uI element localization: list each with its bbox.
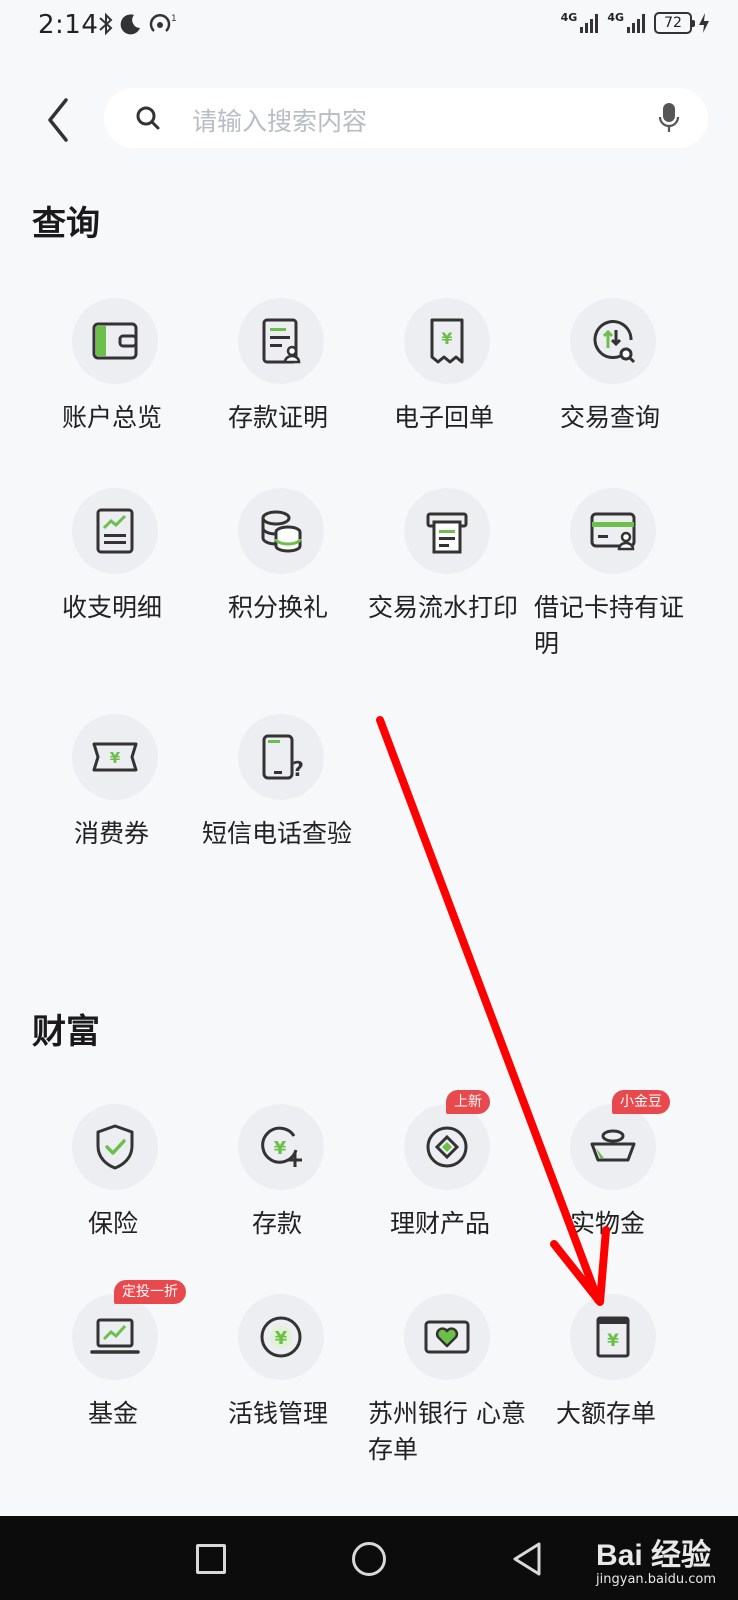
printer-icon	[426, 512, 468, 554]
recent-apps-button[interactable]	[196, 1544, 226, 1574]
chevron-left-icon	[48, 98, 68, 142]
grid-item-sms-phone-check[interactable]: ? 短信电话查验	[202, 714, 398, 894]
coupon-icon: ¥	[92, 742, 138, 772]
grid-item-fund[interactable]: 定投一折 基金	[62, 1280, 232, 1474]
home-button[interactable]	[352, 1542, 386, 1576]
status-bar: 2:14 1 4G 4G 72	[0, 0, 738, 56]
back-button[interactable]	[40, 94, 80, 146]
moon-icon	[120, 14, 140, 35]
yuan-plus-icon: ¥	[261, 1126, 302, 1167]
hotspot-icon: 1	[149, 14, 177, 32]
search-icon	[136, 106, 160, 130]
grid-item-suzhou-bank-heart-deposit[interactable]: 苏州银行 心意存单	[368, 1294, 564, 1474]
receipt-yuan-icon: ¥	[430, 318, 464, 364]
grid-item-points-redeem[interactable]: 积分换礼	[228, 488, 398, 668]
baidu-jingyan-watermark: Bai 经验 jingyan.baidu.com	[596, 1539, 716, 1587]
deposit-certificate-icon: ¥	[596, 1316, 630, 1358]
grid-item-insurance[interactable]: 保险	[62, 1104, 232, 1254]
search-placeholder: 请输入搜索内容	[192, 107, 368, 136]
signal-4g-icon: 4G	[561, 12, 602, 34]
grid-item-wealth-products[interactable]: 上新 理财产品	[390, 1090, 564, 1254]
grid-item-deposit-proof[interactable]: 存款证明	[228, 298, 398, 448]
charging-icon	[699, 13, 709, 33]
badge-fund-discount: 定投一折	[114, 1280, 186, 1304]
svg-text:¥: ¥	[607, 1331, 619, 1351]
section-title-query: 查询	[32, 204, 100, 244]
svg-text:?: ?	[292, 757, 304, 781]
grid-item-debit-card-proof[interactable]: 借记卡持有证明	[534, 488, 730, 668]
svg-text:¥: ¥	[441, 329, 452, 348]
shield-check-icon	[96, 1124, 134, 1170]
grid-item-income-expense-details[interactable]: 收支明细	[62, 488, 232, 668]
badge-new: 上新	[446, 1090, 490, 1114]
phone-question-icon: ?	[262, 734, 304, 781]
grid-item-consumer-voucher[interactable]: ¥ 消费券	[62, 714, 232, 894]
grid-item-deposit[interactable]: ¥ 存款	[228, 1104, 398, 1254]
laptop-chart-icon	[90, 1318, 140, 1354]
heart-card-icon	[424, 1320, 470, 1354]
grid-item-e-receipt[interactable]: ¥ 电子回单	[394, 298, 564, 448]
grid-item-account-overview[interactable]: 账户总览	[62, 298, 232, 448]
system-nav-bar: Bai 经验 jingyan.baidu.com	[0, 1516, 738, 1600]
wallet-icon	[92, 322, 138, 360]
bluetooth-icon	[99, 12, 113, 36]
nav-back-button[interactable]	[510, 1540, 544, 1578]
diamond-icon	[426, 1126, 468, 1168]
section-title-wealth: 财富	[32, 1012, 100, 1052]
chart-document-icon	[96, 508, 134, 554]
coins-stack-icon	[261, 510, 302, 553]
status-time: 2:14	[38, 10, 99, 40]
grid-item-physical-gold[interactable]: 小金豆 实物金	[560, 1090, 730, 1254]
document-person-icon	[262, 318, 301, 364]
signal-4g-icon: 4G	[607, 12, 648, 34]
grid-item-large-deposit-certificate[interactable]: ¥ 大额存单	[556, 1294, 730, 1474]
gold-ingot-icon	[590, 1129, 636, 1162]
grid-item-transaction-query[interactable]: 交易查询	[560, 298, 730, 448]
svg-text:¥: ¥	[275, 1328, 288, 1349]
battery-icon: 72	[654, 12, 695, 34]
search-input[interactable]: 请输入搜索内容	[104, 88, 708, 148]
microphone-icon[interactable]	[658, 102, 680, 134]
card-person-icon	[590, 512, 636, 551]
svg-text:¥: ¥	[274, 1138, 287, 1159]
badge-gold-bean: 小金豆	[612, 1090, 670, 1114]
svg-text:1: 1	[171, 14, 177, 24]
transaction-search-icon	[593, 320, 636, 364]
yuan-circle-icon: ¥	[260, 1316, 302, 1358]
svg-text:¥: ¥	[110, 749, 121, 767]
